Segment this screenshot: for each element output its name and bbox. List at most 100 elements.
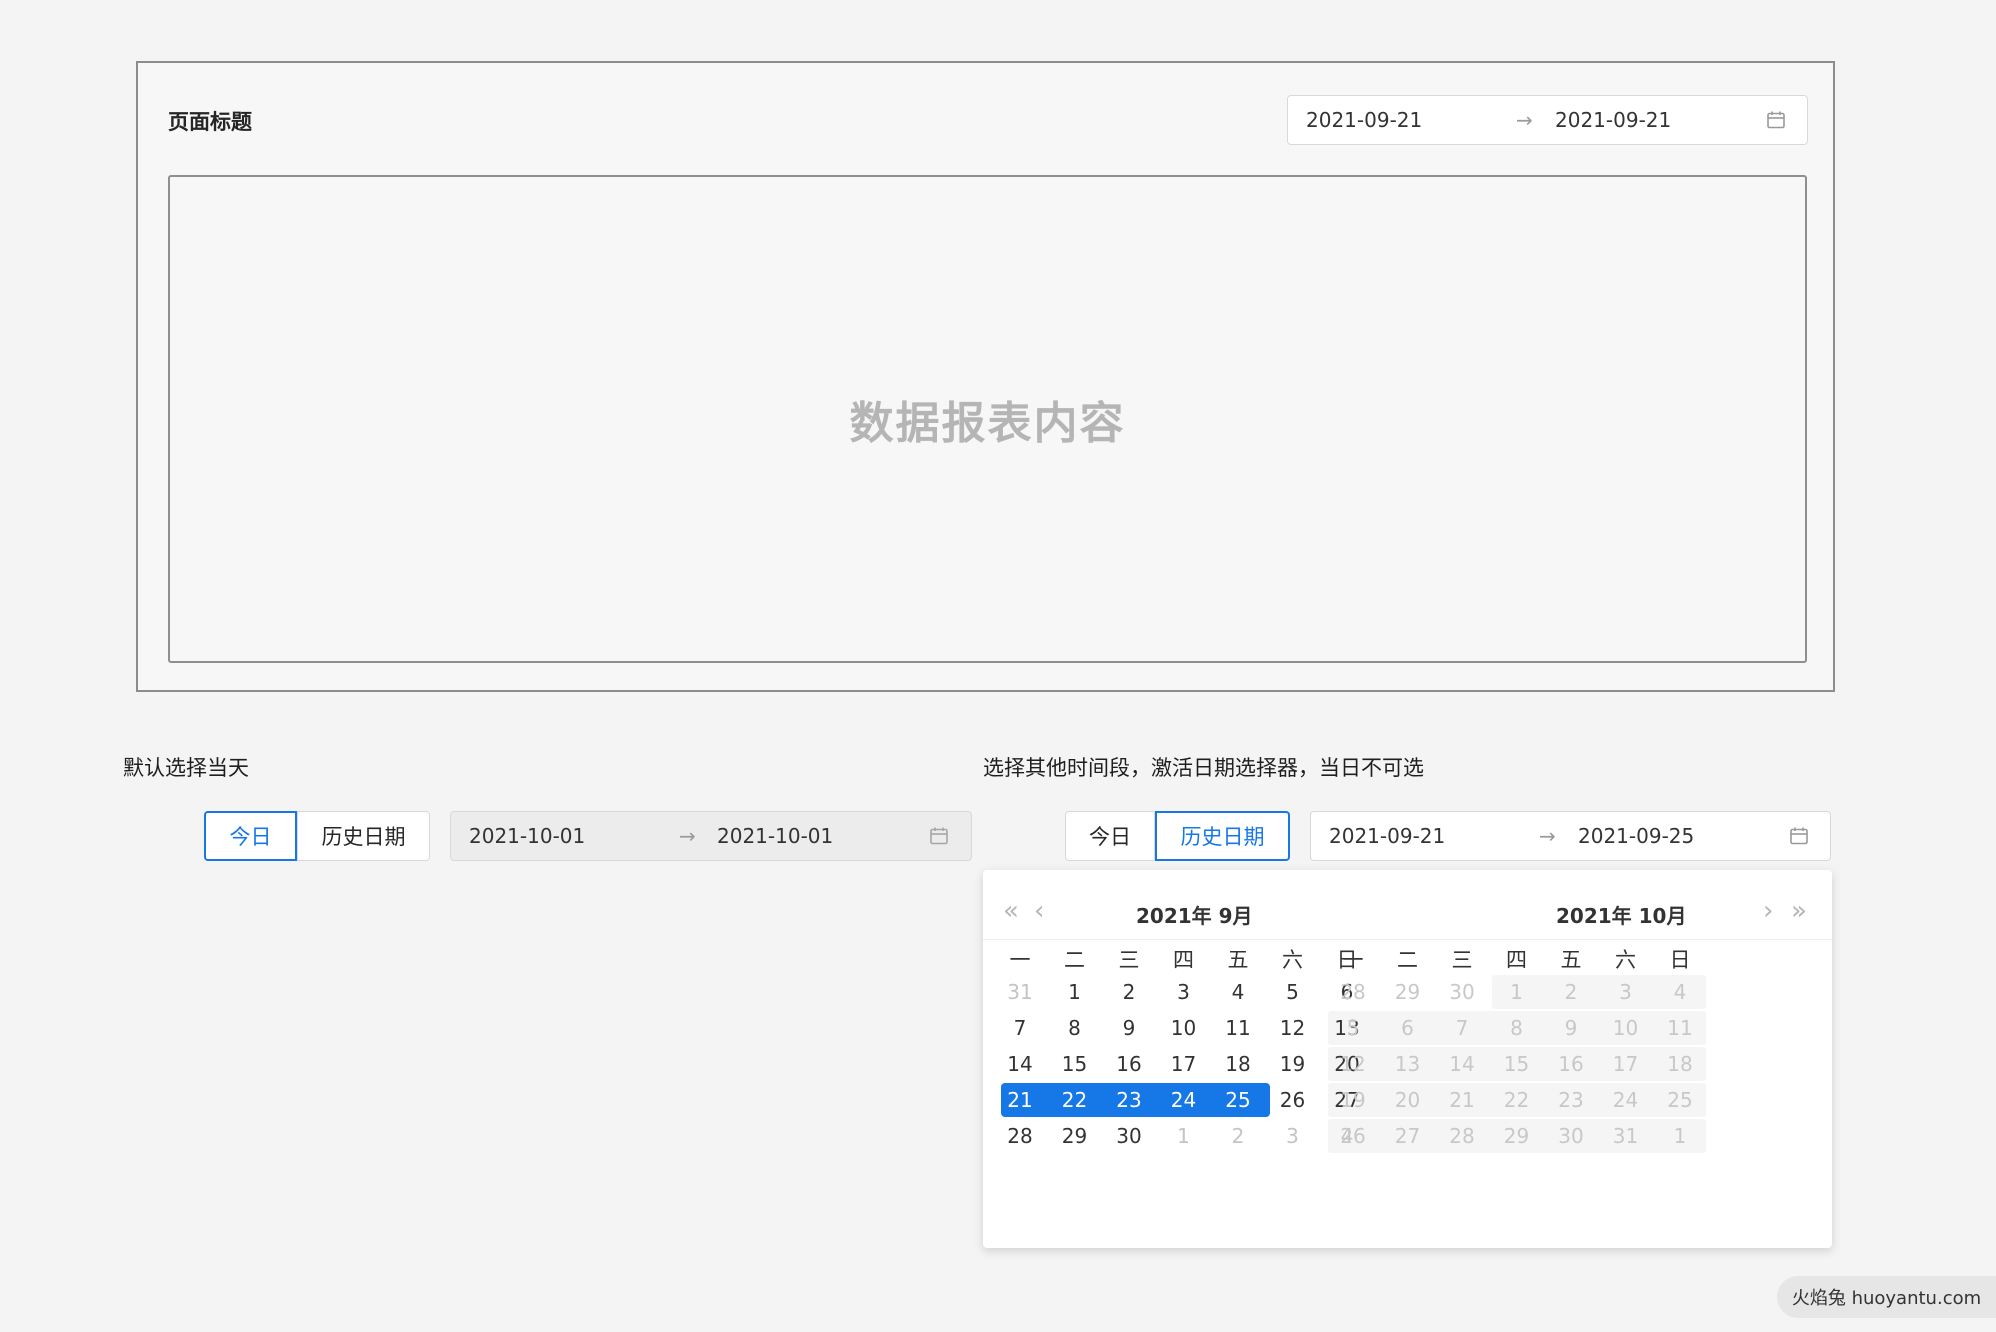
- calendar-day-disabled: 30: [1558, 1124, 1584, 1148]
- weekday-header: 五: [1227, 948, 1249, 972]
- range-arrow-icon: →: [679, 824, 696, 848]
- calendar-day-disabled: 1: [1510, 980, 1523, 1004]
- calendar-header: « ‹ 2021年 9月 2021年 10月 › »: [983, 870, 1832, 940]
- weekday-header: 六: [1615, 948, 1636, 972]
- calendar-day[interactable]: 16: [1102, 1047, 1156, 1081]
- calendar-day[interactable]: 12: [1266, 1011, 1320, 1045]
- prev-month-icon[interactable]: ‹: [1034, 898, 1044, 924]
- watermark: 火焰兔 huoyantu.com: [1777, 1276, 1996, 1318]
- weekday-header: 三: [1451, 948, 1473, 972]
- calendar-day-disabled: 24: [1612, 1088, 1639, 1112]
- default-select-label: 默认选择当天: [123, 756, 249, 780]
- page-title: 页面标题: [168, 110, 252, 134]
- calendar-icon: [930, 827, 948, 845]
- history-date-button[interactable]: 历史日期: [1155, 811, 1290, 861]
- calendar-day[interactable]: 4: [1211, 975, 1265, 1009]
- today-button[interactable]: 今日: [1065, 811, 1155, 861]
- calendar-day[interactable]: 1: [1048, 975, 1102, 1009]
- calendar-day[interactable]: 23: [1102, 1083, 1156, 1117]
- range-arrow-icon: →: [1539, 824, 1556, 848]
- top-date-range-picker[interactable]: 2021-09-21 → 2021-09-21: [1287, 95, 1808, 145]
- calendar-day[interactable]: 17: [1157, 1047, 1211, 1081]
- range-end-date: 2021-10-01: [717, 824, 834, 848]
- calendar-day-disabled: 28: [1340, 980, 1366, 1004]
- weekday-header: 四: [1173, 948, 1194, 972]
- other-range-label: 选择其他时间段，激活日期选择器，当日不可选: [983, 756, 1424, 780]
- calendar-day[interactable]: 25: [1211, 1083, 1265, 1117]
- calendar-day[interactable]: 28: [993, 1119, 1047, 1153]
- weekday-header: 二: [1397, 948, 1418, 972]
- calendar-day[interactable]: 18: [1211, 1047, 1265, 1081]
- weekday-header: 五: [1560, 948, 1582, 972]
- calendar-day-disabled: 22: [1503, 1088, 1530, 1112]
- calendar-day[interactable]: 15: [1048, 1047, 1102, 1081]
- range-end-date[interactable]: 2021-09-25: [1578, 824, 1694, 848]
- calendar-day-disabled: 27: [1394, 1124, 1421, 1148]
- calendar-day-disabled: 4: [1673, 980, 1687, 1004]
- calendar-day-disabled: 29: [1503, 1124, 1530, 1148]
- calendar-day-disabled: 1: [1673, 1124, 1687, 1148]
- prev-year-icon[interactable]: «: [1003, 898, 1019, 924]
- calendar-day[interactable]: 2: [1211, 1119, 1265, 1153]
- calendar-day[interactable]: 5: [1266, 975, 1320, 1009]
- calendar-icon: [1767, 111, 1785, 129]
- calendar-day[interactable]: 3: [1266, 1119, 1320, 1153]
- range-end-date[interactable]: 2021-09-21: [1555, 108, 1671, 132]
- range-start-date[interactable]: 2021-09-21: [1329, 824, 1445, 848]
- calendar-day[interactable]: 22: [1048, 1083, 1102, 1117]
- calendar-day-disabled: 18: [1667, 1052, 1693, 1076]
- calendar-day[interactable]: 24: [1157, 1083, 1211, 1117]
- next-month-icon[interactable]: ›: [1763, 898, 1773, 924]
- calendar-day[interactable]: 7: [993, 1011, 1047, 1045]
- calendar-day-disabled: 14: [1449, 1052, 1475, 1076]
- left-month-title: 2021年 9月: [1136, 904, 1253, 928]
- range-arrow-icon: →: [1516, 108, 1533, 132]
- calendar-day-disabled: 16: [1558, 1052, 1584, 1076]
- calendar-day[interactable]: 30: [1102, 1119, 1156, 1153]
- calendar-day-disabled: 9: [1564, 1016, 1578, 1040]
- calendar-day-disabled: 5: [1346, 1016, 1360, 1040]
- calendar-day-disabled: 2: [1564, 980, 1578, 1004]
- calendar-day[interactable]: 21: [993, 1083, 1047, 1117]
- calendar-day-disabled: 25: [1667, 1088, 1693, 1112]
- weekday-header: 四: [1506, 948, 1527, 972]
- left-date-range-picker: 2021-10-01 → 2021-10-01: [450, 811, 972, 861]
- calendar-day-disabled: 10: [1612, 1016, 1639, 1040]
- weekday-header: 日: [1669, 948, 1691, 972]
- calendar-day-disabled: 23: [1558, 1088, 1584, 1112]
- calendar-day-disabled: 21: [1449, 1088, 1475, 1112]
- calendar-day[interactable]: 2: [1102, 975, 1156, 1009]
- range-start-date: 2021-10-01: [469, 824, 586, 848]
- calendar-day[interactable]: 14: [993, 1047, 1047, 1081]
- calendar-day[interactable]: 29: [1048, 1119, 1102, 1153]
- weekday-header: 三: [1118, 948, 1140, 972]
- weekday-header: 一: [1009, 948, 1031, 972]
- calendar-day-disabled: 20: [1394, 1088, 1421, 1112]
- calendar-day-disabled: 28: [1449, 1124, 1475, 1148]
- right-month-title: 2021年 10月: [1556, 904, 1687, 928]
- calendar-day[interactable]: 26: [1266, 1083, 1320, 1117]
- weekday-header: 六: [1282, 948, 1303, 972]
- next-year-icon[interactable]: »: [1791, 898, 1807, 924]
- today-button[interactable]: 今日: [204, 811, 297, 861]
- calendar-day[interactable]: 11: [1211, 1011, 1265, 1045]
- calendar-day-disabled: 15: [1503, 1052, 1530, 1076]
- calendar-day-disabled: 13: [1394, 1052, 1421, 1076]
- calendar-day[interactable]: 1: [1157, 1119, 1211, 1153]
- calendar-day-disabled: 11: [1667, 1016, 1693, 1040]
- calendar-day[interactable]: 19: [1266, 1047, 1320, 1081]
- report-content-label: 数据报表内容: [849, 398, 1126, 449]
- calendar-day-disabled: 17: [1612, 1052, 1639, 1076]
- right-date-mode-toggle: 今日 历史日期: [1065, 811, 1290, 861]
- weekday-header: 二: [1064, 948, 1085, 972]
- calendar-day[interactable]: 9: [1102, 1011, 1156, 1045]
- calendar-day[interactable]: 8: [1048, 1011, 1102, 1045]
- range-start-date[interactable]: 2021-09-21: [1306, 108, 1422, 132]
- calendar-day[interactable]: 31: [993, 975, 1047, 1009]
- calendar-day[interactable]: 10: [1157, 1011, 1211, 1045]
- calendar-day[interactable]: 3: [1157, 975, 1211, 1009]
- calendar-day-disabled: 7: [1455, 1016, 1469, 1040]
- history-date-button[interactable]: 历史日期: [297, 811, 430, 861]
- right-date-range-picker[interactable]: 2021-09-21 → 2021-09-25: [1310, 811, 1831, 861]
- calendar-day-disabled: 19: [1340, 1088, 1366, 1112]
